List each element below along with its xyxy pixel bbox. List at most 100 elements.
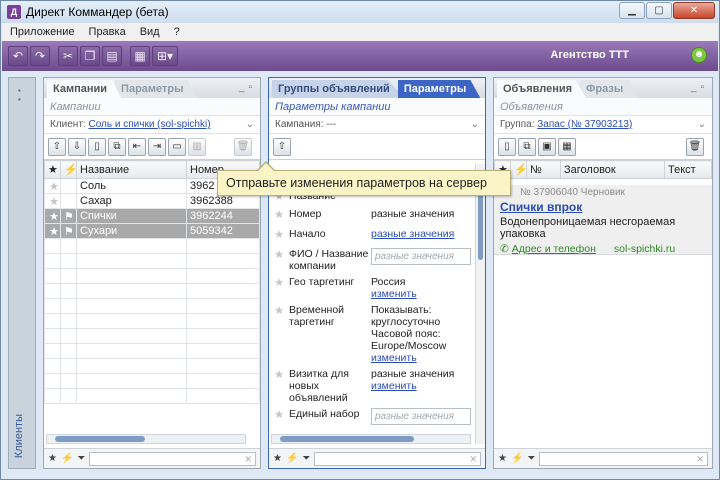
clear-icon[interactable]: ✕ — [696, 453, 704, 465]
params-hscrollbar[interactable] — [271, 434, 471, 444]
star-icon[interactable]: ★ — [269, 304, 289, 364]
funnel-icon[interactable]: ⏷ — [527, 453, 535, 464]
chevron-down-icon[interactable]: ⌄ — [471, 116, 479, 134]
chevron-down-icon[interactable]: ⌄ — [698, 116, 706, 134]
star-icon[interactable]: ★ — [269, 248, 289, 272]
tab-ads[interactable]: Объявления — [497, 80, 587, 98]
copy-icon[interactable]: ❐ — [80, 46, 100, 66]
image-icon[interactable]: ▣ — [538, 137, 556, 156]
funnel-icon[interactable]: ⏷ — [302, 453, 310, 464]
trash-icon[interactable]: 🗑 — [686, 138, 704, 156]
menu-view[interactable]: Вид — [140, 26, 160, 38]
window-title: Директ Коммандер (бета) — [26, 5, 169, 19]
param-link[interactable]: разные значения — [371, 228, 454, 240]
star-filter-icon[interactable]: ★ — [498, 453, 507, 464]
clients-sidebar[interactable]: ▪ ▪ Клиенты — [8, 77, 36, 469]
flag-filter-icon[interactable]: ⚡ — [511, 453, 523, 464]
flag-filter-icon[interactable]: ⚡ — [286, 453, 298, 464]
table-row[interactable]: ★ ⚑ Спички 3962244 — [44, 208, 260, 224]
campaigns-search-input[interactable]: ✕ — [89, 451, 256, 466]
upload-icon[interactable]: ⇧ — [48, 137, 66, 156]
star-icon[interactable]: ★ — [269, 408, 289, 425]
change-geo-link[interactable]: изменить — [371, 288, 417, 300]
ad-preview[interactable]: № 37906040 Черновик Спички впрок Водонеп… — [494, 185, 712, 255]
params-vscrollbar[interactable] — [475, 164, 485, 444]
star-icon[interactable]: ★ — [269, 276, 289, 300]
trash-icon[interactable]: 🗑 — [234, 138, 252, 156]
import-icon[interactable]: ⇤ — [128, 137, 146, 156]
tab-campaign-params[interactable]: Параметры — [115, 80, 198, 98]
panel-controls[interactable]: _▫ — [691, 82, 708, 93]
star-icon[interactable]: ★ — [269, 228, 289, 244]
company-name-input[interactable]: разные значения — [371, 248, 471, 265]
ads-search-input[interactable]: ✕ — [539, 451, 708, 466]
archive-icon[interactable]: ▭ — [168, 137, 186, 156]
panel-controls[interactable]: _▫ — [239, 82, 256, 93]
flag-filter-icon[interactable]: ⚡ — [61, 453, 73, 464]
star-icon[interactable]: ★ — [44, 193, 61, 209]
ad-headline[interactable]: Спички впрок — [500, 200, 706, 214]
stats-icon[interactable]: ▥ — [188, 137, 206, 156]
single-set-input[interactable]: разные значения — [371, 408, 471, 425]
campaigns-hscrollbar[interactable] — [46, 434, 246, 444]
funnel-icon[interactable]: ⏷ — [77, 453, 85, 464]
document-icon[interactable]: ▯ — [88, 137, 106, 156]
maximize-button[interactable]: ▢ — [646, 2, 672, 19]
flag-cell — [60, 178, 77, 194]
star-icon[interactable]: ★ — [44, 208, 61, 224]
group-link[interactable]: Запас (№ 37903213) — [537, 119, 632, 130]
tab-params[interactable]: Параметры — [397, 80, 481, 98]
clear-icon[interactable]: ✕ — [469, 453, 477, 465]
col-headline[interactable]: Заголовок — [560, 160, 665, 179]
col-star[interactable]: ★ — [44, 160, 61, 179]
menu-edit[interactable]: Правка — [89, 26, 126, 38]
ads-toolbar: ▯ ⧉ ▣ ▦ 🗑 — [494, 134, 712, 160]
menu-app[interactable]: Приложение — [10, 26, 75, 38]
close-button[interactable]: ✕ — [673, 2, 715, 19]
menu-help[interactable]: ? — [174, 26, 180, 38]
minimize-button[interactable]: ▁ — [619, 2, 645, 19]
star-icon[interactable]: ★ — [44, 178, 61, 194]
chevron-down-icon[interactable]: ⌄ — [246, 116, 254, 134]
app-logo-icon: Д — [7, 5, 21, 19]
table-row[interactable]: ★ ⚑ Сухари 5059342 — [44, 223, 260, 239]
change-time-link[interactable]: изменить — [371, 352, 417, 364]
download-icon[interactable]: ⇩ — [68, 137, 86, 156]
col-flag[interactable]: ⚡ — [510, 160, 527, 179]
change-card-link[interactable]: изменить — [371, 380, 417, 392]
paste-icon[interactable]: ▤ — [102, 46, 122, 66]
flag-cell — [60, 193, 77, 209]
tab-ad-groups[interactable]: Группы объявлений — [272, 80, 404, 98]
undo-icon[interactable]: ↶ — [8, 46, 28, 66]
grid-icon[interactable]: ▦ — [130, 46, 150, 66]
cut-icon[interactable]: ✂ — [58, 46, 78, 66]
campaign-label: Кампания: — [275, 119, 324, 130]
layout-icon[interactable]: ⊞▾ — [152, 46, 178, 66]
copy-campaign-icon[interactable]: ⧉ — [108, 137, 126, 156]
star-filter-icon[interactable]: ★ — [48, 453, 57, 464]
address-phone-link[interactable]: Адрес и телефон — [512, 243, 596, 255]
client-link[interactable]: Соль и спички (sol-spichki) — [88, 119, 210, 130]
group-filter: Группа: Запас (№ 37903213) ⌄ — [494, 116, 712, 134]
send-to-server-icon[interactable]: ⇧ — [273, 137, 291, 156]
export-icon[interactable]: ⇥ — [148, 137, 166, 156]
status-android-icon[interactable]: ☻ — [691, 47, 707, 63]
clear-icon[interactable]: ✕ — [244, 453, 252, 465]
col-number[interactable]: № — [526, 160, 561, 179]
star-icon[interactable]: ★ — [269, 208, 289, 224]
send-tooltip: Отправьте изменения параметров на сервер — [217, 161, 511, 196]
tab-campaigns[interactable]: Кампании — [47, 80, 122, 98]
tab-phrases[interactable]: Фразы — [580, 80, 638, 98]
star-filter-icon[interactable]: ★ — [273, 453, 282, 464]
redo-icon[interactable]: ↷ — [30, 46, 50, 66]
params-search-input[interactable]: ✕ — [314, 451, 481, 466]
star-icon[interactable]: ★ — [269, 368, 289, 404]
params-toolbar: ⇧ — [269, 134, 485, 160]
star-icon[interactable]: ★ — [44, 223, 61, 239]
col-text[interactable]: Текст — [664, 160, 712, 179]
col-flag[interactable]: ⚡ — [60, 160, 77, 179]
new-ad-icon[interactable]: ▯ — [498, 137, 516, 156]
copy-ad-icon[interactable]: ⧉ — [518, 137, 536, 156]
col-name[interactable]: Название — [76, 160, 187, 179]
table-icon[interactable]: ▦ — [558, 137, 576, 156]
